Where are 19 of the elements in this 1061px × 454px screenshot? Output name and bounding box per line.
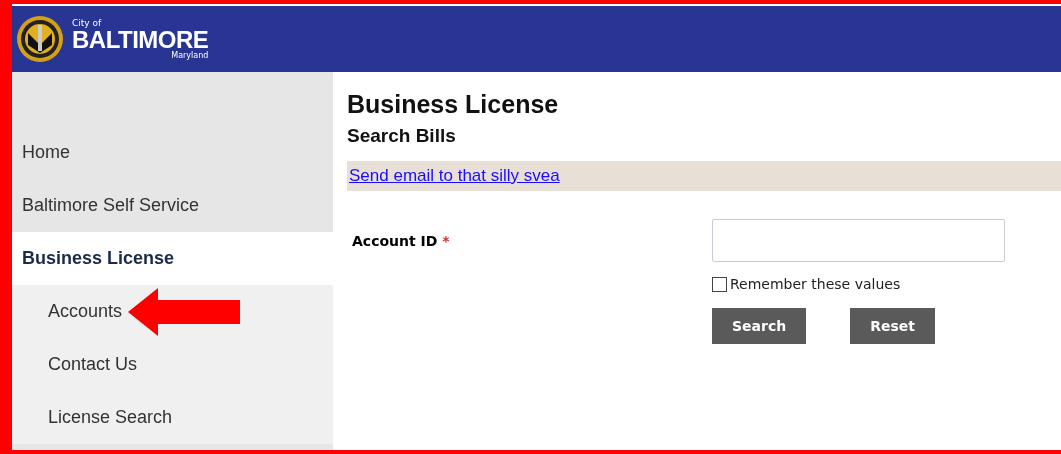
- city-name: BALTIMORE: [72, 27, 209, 52]
- page-title: Business License: [347, 90, 560, 119]
- sidebar-item[interactable]: License Search: [12, 391, 333, 444]
- sidebar-item[interactable]: Home: [12, 126, 333, 179]
- state-name: Maryland: [171, 51, 209, 60]
- sidebar-item[interactable]: Business License: [12, 232, 333, 285]
- account-id-field[interactable]: [712, 219, 1005, 262]
- field-label: Account ID *: [351, 232, 451, 251]
- form-button[interactable]: Search: [712, 308, 807, 344]
- form-button[interactable]: Reset: [850, 308, 935, 344]
- sidebar-item[interactable]: Contact Us: [12, 338, 333, 391]
- email-link[interactable]: Send email to that silly svea: [349, 166, 560, 186]
- city-seal-icon: [16, 15, 64, 63]
- sidebar-item[interactable]: Baltimore Self Service: [12, 179, 333, 232]
- sidebar-item[interactable]: Accounts: [12, 285, 333, 338]
- page-subtitle: Search Bills: [347, 125, 457, 147]
- city-prefix: City of: [72, 18, 103, 28]
- checkbox[interactable]: [712, 276, 727, 292]
- checkbox-label: Remember these values: [730, 276, 901, 292]
